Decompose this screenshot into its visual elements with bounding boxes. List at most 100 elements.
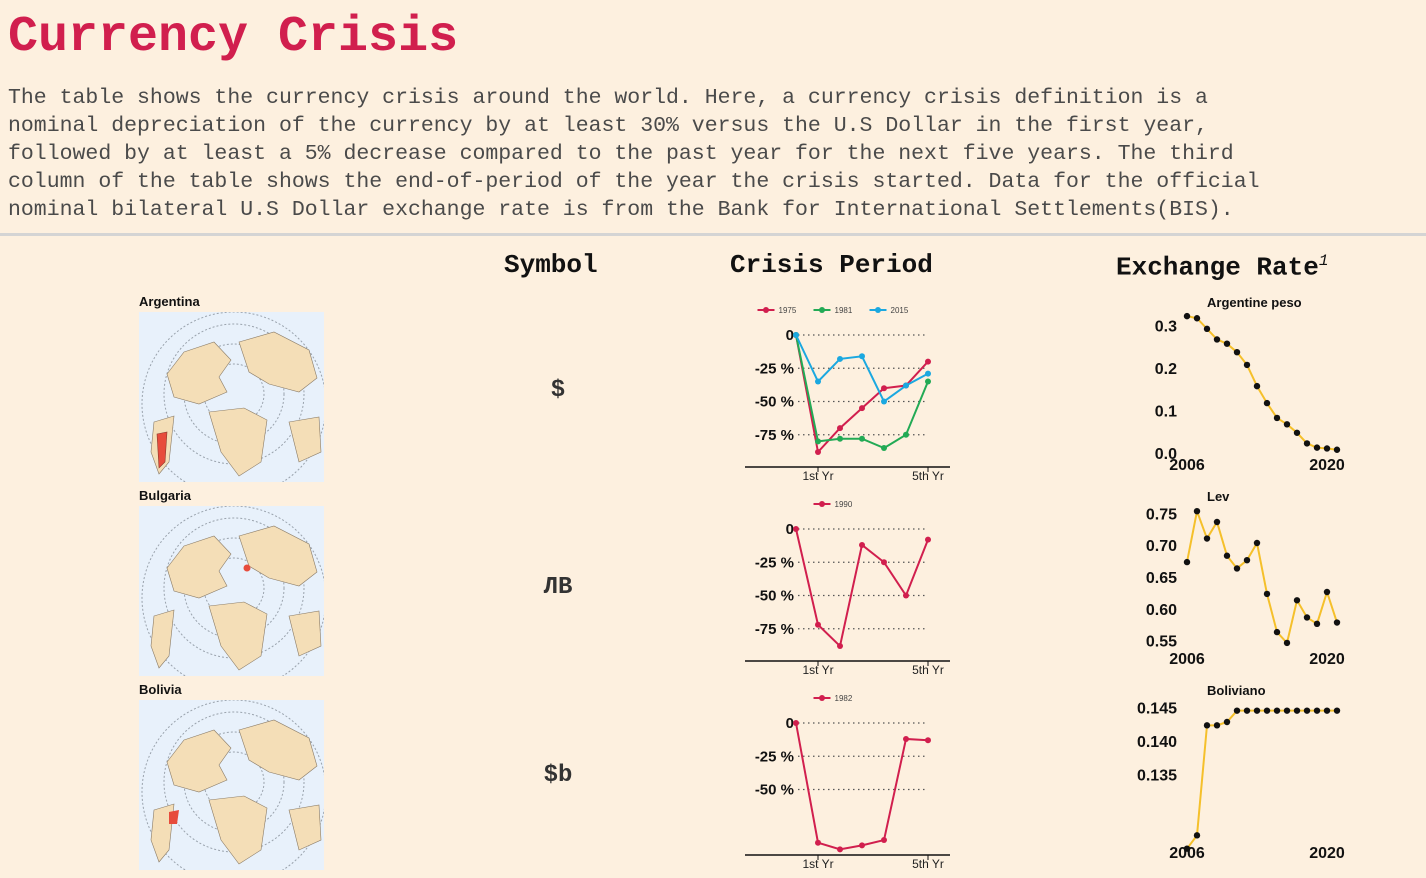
data-point <box>1313 444 1321 451</box>
data-point <box>925 536 931 543</box>
data-point <box>1253 539 1261 547</box>
data-point <box>1253 707 1261 714</box>
y-tick-label: 0 <box>786 715 794 732</box>
data-point <box>815 378 821 385</box>
series-line <box>795 334 929 450</box>
data-point <box>1293 597 1301 604</box>
col-header-symbol: Symbol <box>504 250 598 280</box>
data-point <box>881 385 887 392</box>
globe-map <box>139 700 324 870</box>
country-name: Bolivia <box>139 682 182 697</box>
data-point <box>1213 722 1221 729</box>
y-tick-label: -50 % <box>755 588 794 605</box>
x-tick-label: 1st Yr <box>802 469 833 483</box>
data-point <box>1283 639 1291 647</box>
data-point <box>815 438 821 445</box>
map-highlight-country <box>243 564 251 572</box>
description-line: nominal bilateral U.S Dollar exchange ra… <box>8 198 1234 222</box>
data-point <box>1203 722 1211 729</box>
y-tick-label: -50 % <box>755 394 794 411</box>
y-tick-label: 0.135 <box>1137 767 1177 784</box>
exchange-rate-chart: Argentine peso0.30.20.10.02006 2020 <box>1155 295 1345 474</box>
divider <box>0 233 1426 236</box>
data-point <box>1333 707 1341 714</box>
data-point <box>1313 620 1321 628</box>
legend-marker <box>819 695 825 701</box>
data-point <box>881 559 887 566</box>
rate-chart-title: Lev <box>1207 489 1230 504</box>
y-tick-label: 0.65 <box>1146 570 1177 587</box>
data-point <box>1293 429 1301 436</box>
y-tick-label: 0.3 <box>1155 319 1177 336</box>
data-point <box>1233 707 1241 714</box>
description-line: column of the table shows the end-of-per… <box>8 170 1260 194</box>
x-tick-label: 2020 <box>1309 651 1345 668</box>
data-point <box>1273 628 1281 636</box>
currency-symbol: ЛВ <box>543 574 573 601</box>
data-point <box>859 353 865 360</box>
data-point <box>1243 556 1251 564</box>
footnote-marker[interactable]: 1 <box>1319 252 1329 270</box>
country-name: Bulgaria <box>139 488 192 503</box>
y-tick-label: 0.2 <box>1155 361 1177 378</box>
data-point <box>837 643 843 650</box>
data-point <box>837 435 843 442</box>
data-point <box>1223 552 1231 559</box>
data-point <box>1333 446 1341 453</box>
data-point <box>1213 518 1221 526</box>
x-tick-label: 1st Yr <box>802 857 833 871</box>
data-point <box>815 449 821 456</box>
data-point <box>925 370 931 377</box>
data-point <box>1293 707 1301 714</box>
series-line <box>795 722 929 851</box>
x-tick-label: 5th Yr <box>912 469 944 483</box>
currency-symbol: $ <box>550 377 566 404</box>
y-tick-label: -75 % <box>755 621 794 638</box>
data-point <box>1323 588 1331 596</box>
data-point <box>1253 382 1261 390</box>
y-tick-label: 0.70 <box>1146 538 1177 555</box>
col-header-exchange-rate-label: Exchange Rate <box>1116 252 1319 283</box>
y-tick-label: -25 % <box>755 748 794 765</box>
data-point <box>1183 312 1191 320</box>
rate-chart-title: Boliviano <box>1207 683 1266 698</box>
rate-line <box>1186 315 1338 451</box>
data-point <box>925 358 931 365</box>
data-point <box>925 378 931 385</box>
y-tick-label: 0.140 <box>1137 734 1177 751</box>
data-point <box>903 735 909 742</box>
data-point <box>1283 707 1291 714</box>
x-tick-label: 2020 <box>1309 457 1345 474</box>
legend-label: 1981 <box>835 306 853 315</box>
data-point <box>1193 507 1201 515</box>
data-point <box>1183 558 1191 566</box>
data-point <box>903 382 909 389</box>
globe-map <box>139 506 324 676</box>
description-line: followed by at least a 5% decrease compa… <box>8 142 1234 166</box>
data-point <box>859 842 865 849</box>
y-tick-label: 0.145 <box>1137 701 1177 718</box>
data-point <box>881 445 887 452</box>
data-point <box>1223 718 1231 726</box>
data-point <box>1233 348 1241 356</box>
data-point <box>1243 361 1251 369</box>
data-point <box>1263 707 1271 714</box>
data-point <box>1243 707 1251 714</box>
data-point <box>1263 399 1271 407</box>
page-title: Currency Crisis <box>8 9 459 66</box>
data-point <box>793 526 799 532</box>
data-point <box>1223 340 1231 347</box>
data-point <box>925 737 931 744</box>
data-point <box>1313 707 1321 714</box>
data-point <box>1323 707 1331 714</box>
data-point <box>1213 336 1221 343</box>
crisis-chart: 1982 0 -25 % -50 % 1st Yr 5th Yr <box>745 694 950 871</box>
y-tick-label: 0 <box>786 327 794 344</box>
crisis-chart: 1990 0 -25 % -50 % -75 % 1st Yr 5th Yr <box>745 500 950 677</box>
legend-marker <box>819 501 825 507</box>
data-point <box>815 621 821 628</box>
y-tick-label: -75 % <box>755 427 794 444</box>
data-point <box>903 592 909 599</box>
y-tick-label: 0.75 <box>1146 506 1177 523</box>
y-tick-label: 0.60 <box>1146 602 1177 619</box>
